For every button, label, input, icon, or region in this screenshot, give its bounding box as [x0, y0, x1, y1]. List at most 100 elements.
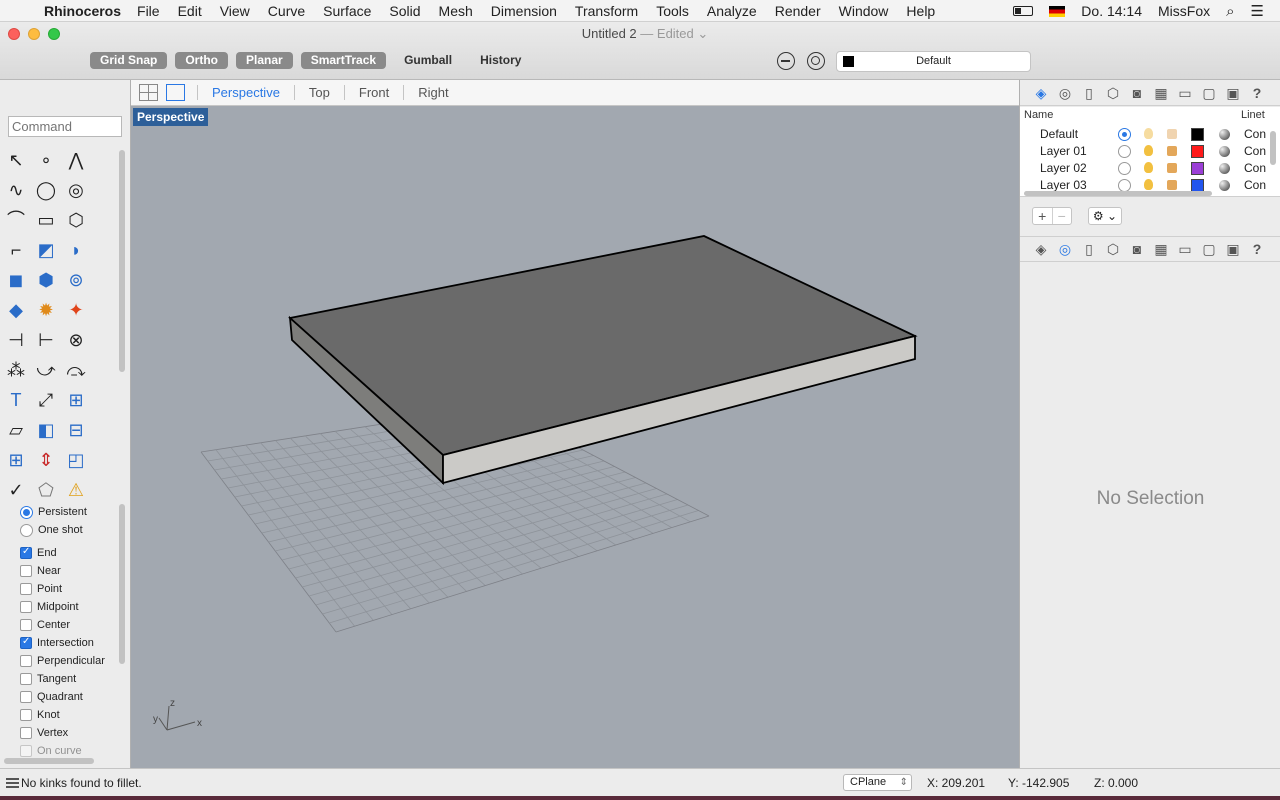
checkbox[interactable] [20, 565, 32, 577]
radio-button[interactable] [20, 523, 33, 537]
osnap-knot[interactable]: Knot [20, 707, 60, 723]
check-icon[interactable]: ✓ [4, 478, 28, 502]
layer-material-icon[interactable] [1219, 146, 1230, 157]
menu-window[interactable]: Window [839, 3, 889, 19]
user-menu[interactable]: MissFox [1158, 3, 1210, 19]
layers-scrollbar[interactable] [1270, 131, 1276, 165]
history-toggle[interactable]: History [470, 52, 531, 69]
scale-icon[interactable]: ⤢ [34, 388, 58, 412]
layers-panel-icon[interactable]: ◈ [1032, 240, 1050, 258]
tool-palette-scrollbar[interactable] [119, 150, 125, 372]
perspective-viewport[interactable]: x z y Perspective [131, 106, 1019, 768]
tab-top[interactable]: Top [293, 85, 344, 100]
layer-linetype[interactable]: Con [1244, 178, 1266, 192]
gumball-shortcut-icon[interactable] [777, 52, 795, 70]
layer-options-button[interactable]: ⚙ ⌄ [1088, 207, 1122, 225]
layers-panel-icon[interactable]: ◈ [1032, 84, 1050, 102]
menu-edit[interactable]: Edit [178, 3, 202, 19]
osnap-near[interactable]: Near [20, 563, 61, 579]
rectangle-icon[interactable]: ▭ [34, 208, 58, 232]
menu-solid[interactable]: Solid [389, 3, 420, 19]
layer-name[interactable]: Default [1040, 127, 1078, 141]
menu-surface[interactable]: Surface [323, 3, 371, 19]
osnap-point[interactable]: Point [20, 581, 62, 597]
layer-color-swatch[interactable] [1191, 162, 1204, 175]
display-modes-panel-icon[interactable]: ▣ [1224, 240, 1242, 258]
array-icon[interactable]: ⊞ [64, 388, 88, 412]
block-icon[interactable]: ◧ [34, 418, 58, 442]
move-icon[interactable]: ⇕ [34, 448, 58, 472]
join-icon[interactable]: ⊗ [64, 328, 88, 352]
fillet-curve-icon[interactable]: ⌐ [4, 238, 28, 262]
osnap-scrollbar[interactable] [119, 504, 125, 664]
mirror-icon[interactable]: ◰ [64, 448, 88, 472]
document-title[interactable]: Untitled 2 — Edited ⌄ [0, 26, 1280, 42]
checkbox[interactable] [20, 619, 32, 631]
ortho-toggle[interactable]: Ortho [175, 52, 229, 69]
explode-icon[interactable]: ✦ [64, 298, 88, 322]
battery-icon[interactable] [1013, 6, 1034, 16]
checkbox[interactable] [20, 691, 32, 703]
points-on-icon[interactable]: ⁂ [4, 358, 28, 382]
layer-lock-icon[interactable] [1167, 129, 1177, 139]
menu-file[interactable]: File [137, 3, 160, 19]
display-modes-panel-icon[interactable]: ▣ [1224, 84, 1242, 102]
checkbox[interactable] [20, 727, 32, 739]
osnap-center[interactable]: Center [20, 617, 70, 633]
gumball-toggle[interactable]: Gumball [394, 52, 462, 69]
layer-visibility-bulb-icon[interactable] [1144, 128, 1153, 139]
checkbox[interactable] [20, 546, 32, 559]
layer-visibility-bulb-icon[interactable] [1144, 179, 1153, 190]
layer-linetype[interactable]: Con [1244, 127, 1266, 141]
menu-view[interactable]: View [220, 3, 250, 19]
layer-lock-icon[interactable] [1167, 146, 1177, 156]
osnap-on-curve[interactable]: On curve [20, 743, 82, 759]
osnap-vertex[interactable]: Vertex [20, 725, 68, 741]
layers-name-header[interactable]: Name [1024, 109, 1053, 121]
cylinder-icon[interactable]: ⊚ [64, 268, 88, 292]
current-layer-radio[interactable] [1118, 162, 1131, 175]
command-input[interactable] [8, 116, 122, 137]
named-cplanes-panel-icon[interactable]: ▦ [1152, 84, 1170, 102]
checkbox[interactable] [20, 636, 32, 649]
osnap-mode-persistent[interactable]: Persistent [20, 504, 87, 520]
layer-color-swatch[interactable] [1191, 128, 1204, 141]
properties-panel-icon[interactable]: ◎ [1056, 240, 1074, 258]
named-cplanes-panel-icon[interactable]: ▦ [1152, 240, 1170, 258]
polygon-icon[interactable]: ⬡ [64, 208, 88, 232]
menu-tools[interactable]: Tools [656, 3, 689, 19]
menu-curve[interactable]: Curve [268, 3, 305, 19]
render-icon[interactable]: ⬠ [34, 478, 58, 502]
current-layer-radio[interactable] [1118, 145, 1131, 158]
viewport-title-label[interactable]: Perspective [133, 108, 209, 126]
split-icon[interactable]: ⊢ [34, 328, 58, 352]
osnap-end[interactable]: End [20, 545, 57, 561]
app-menu[interactable]: Rhinoceros [44, 3, 121, 19]
notes-panel-icon[interactable]: ▯ [1080, 240, 1098, 258]
remove-layer-button[interactable]: − [1051, 208, 1072, 224]
coordinate-plane-selector[interactable]: CPlane [843, 774, 912, 791]
help-panel-icon[interactable]: ? [1248, 84, 1266, 102]
layouts-panel-icon[interactable]: ▭ [1176, 84, 1194, 102]
layer-name[interactable]: Layer 03 [1040, 178, 1087, 192]
single-viewport-icon[interactable] [166, 84, 185, 101]
help-panel-icon[interactable]: ? [1248, 240, 1266, 258]
sidebar-horizontal-scrollbar[interactable] [4, 758, 94, 764]
menu-help[interactable]: Help [906, 3, 935, 19]
sweep-surface-icon[interactable]: ◗ [64, 238, 88, 262]
radio-button[interactable] [20, 505, 33, 519]
spotlight-search-icon[interactable]: ⌕ [1226, 3, 1234, 20]
grid-snap-toggle[interactable]: Grid Snap [90, 52, 168, 69]
layers-linetype-header[interactable]: Linet [1241, 109, 1265, 121]
checkbox[interactable] [20, 583, 32, 595]
layer-material-icon[interactable] [1219, 129, 1230, 140]
menu-mesh[interactable]: Mesh [439, 3, 473, 19]
layer-lock-icon[interactable] [1167, 163, 1177, 173]
select-arrow-icon[interactable]: ↖ [4, 148, 28, 172]
properties-panel-icon[interactable]: ◎ [1056, 84, 1074, 102]
layer-visibility-bulb-icon[interactable] [1144, 162, 1153, 173]
display-panel-icon[interactable]: ▢ [1200, 84, 1218, 102]
layer-lock-icon[interactable] [1167, 180, 1177, 190]
checkbox[interactable] [20, 601, 32, 613]
add-layer-button[interactable]: + [1033, 208, 1052, 224]
